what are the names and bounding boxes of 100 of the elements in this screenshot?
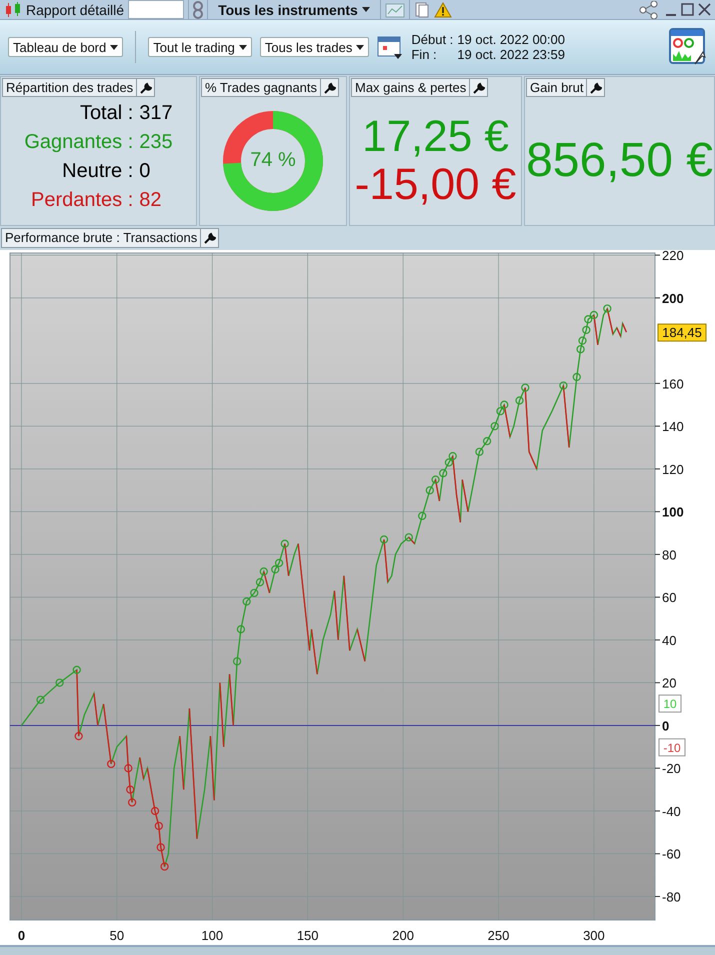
point — [418, 512, 426, 520]
caret-icon — [238, 44, 247, 50]
point — [154, 822, 163, 830]
stat-value: 0 — [139, 159, 152, 184]
x-axis-label: 0 — [18, 928, 26, 943]
point — [404, 533, 413, 542]
point — [444, 458, 454, 467]
y-axis-label: 60 — [662, 590, 676, 606]
max-loss-value: -15,00 € — [354, 161, 516, 210]
point — [256, 578, 264, 586]
stat-value: 317 — [139, 101, 173, 126]
point — [431, 476, 440, 484]
x-axis-label: 50 — [110, 928, 124, 943]
point — [236, 625, 245, 634]
point — [274, 558, 284, 568]
point — [490, 422, 499, 430]
input-field[interactable] — [128, 0, 184, 19]
point — [576, 345, 585, 354]
y-axis-label: 100 — [662, 504, 684, 520]
panel-title: Gain brut — [526, 78, 588, 97]
x-axis-label: 250 — [488, 928, 510, 943]
y-axis-label: -20 — [662, 761, 681, 776]
wrench-button[interactable] — [587, 78, 606, 97]
panel-title: Répartition des trades — [2, 78, 138, 97]
point — [482, 437, 492, 446]
point — [150, 806, 160, 816]
point — [74, 732, 83, 740]
x-axis-label: 200 — [392, 928, 414, 943]
point — [559, 381, 568, 390]
y-axis-label: 220 — [662, 250, 684, 264]
stat-value: 82 — [139, 188, 163, 213]
filter-dropdown[interactable]: Tout le trading — [148, 37, 252, 57]
stat-value: 235 — [139, 130, 173, 155]
wrench-button[interactable] — [321, 78, 340, 97]
dashboard-dropdown[interactable]: Tableau de bord — [8, 37, 124, 57]
start-date: 19 oct. 2022 00:00 — [457, 32, 565, 47]
wrench-button[interactable] — [470, 78, 488, 97]
y-axis-label: 20 — [662, 676, 676, 691]
close-icon[interactable] — [698, 2, 711, 16]
point — [280, 540, 289, 548]
percentage-label: 74 % — [249, 149, 297, 172]
point — [242, 597, 251, 606]
caret-icon — [110, 44, 118, 50]
point — [56, 678, 64, 687]
start-label: Début : — [411, 32, 454, 47]
gross-gain-value: 856,50 € — [526, 134, 713, 188]
point — [156, 843, 165, 852]
filter-dropdown[interactable]: Tous les trades — [260, 37, 370, 57]
point — [380, 535, 388, 544]
point — [590, 310, 598, 320]
document-icon[interactable] — [414, 2, 430, 18]
wrench-button[interactable] — [137, 78, 156, 97]
point — [475, 448, 484, 456]
point — [603, 304, 612, 313]
point — [521, 384, 530, 392]
y-axis-label: 200 — [662, 290, 684, 306]
end-date: 19 oct. 2022 23:59 — [457, 47, 565, 62]
maximize-icon[interactable] — [681, 2, 694, 16]
stat-label: Neutre : — [61, 159, 134, 184]
point — [126, 785, 134, 794]
report-settings-icon[interactable] — [669, 28, 707, 66]
point — [584, 315, 592, 324]
panel-title: % Trades gagnants — [201, 78, 322, 97]
point — [572, 372, 581, 382]
stat-label: Total : — [78, 101, 134, 126]
point — [578, 336, 587, 345]
caret-icon — [362, 7, 370, 12]
point — [124, 764, 132, 772]
win-marker-label: 10 — [658, 694, 682, 713]
wrench-button[interactable] — [201, 228, 220, 248]
x-axis-label: 100 — [201, 928, 224, 943]
loss-marker-label: -10 — [658, 738, 686, 756]
point — [107, 760, 116, 768]
point — [232, 657, 242, 666]
point — [271, 565, 280, 574]
caret-icon — [356, 44, 364, 50]
warning-icon[interactable] — [434, 2, 452, 18]
calendar-icon[interactable] — [377, 34, 404, 60]
point — [500, 400, 508, 409]
candlestick-icon — [4, 2, 22, 18]
instrument-menu[interactable]: Tous les instruments — [212, 2, 376, 18]
y-axis-label: 80 — [662, 547, 676, 562]
end-label: Fin : — [411, 47, 438, 62]
point — [439, 469, 448, 478]
chart-title: Performance brute : Transactions — [1, 228, 202, 248]
point — [160, 862, 169, 871]
y-axis-label: 0 — [662, 718, 670, 734]
point — [36, 696, 45, 704]
panel-title: Max gains & pertes — [351, 78, 470, 97]
point — [448, 452, 457, 460]
point — [426, 486, 434, 494]
y-axis-label: 40 — [662, 632, 676, 648]
y-axis-label: 140 — [662, 419, 684, 434]
point — [128, 798, 136, 807]
point — [582, 326, 590, 334]
y-axis-label: 160 — [662, 376, 684, 392]
link-icon[interactable] — [193, 0, 204, 18]
max-gain-value: 17,25 € — [362, 112, 509, 161]
stat-label: Gagnantes : — [24, 130, 134, 155]
y-axis-label: -60 — [662, 846, 681, 862]
